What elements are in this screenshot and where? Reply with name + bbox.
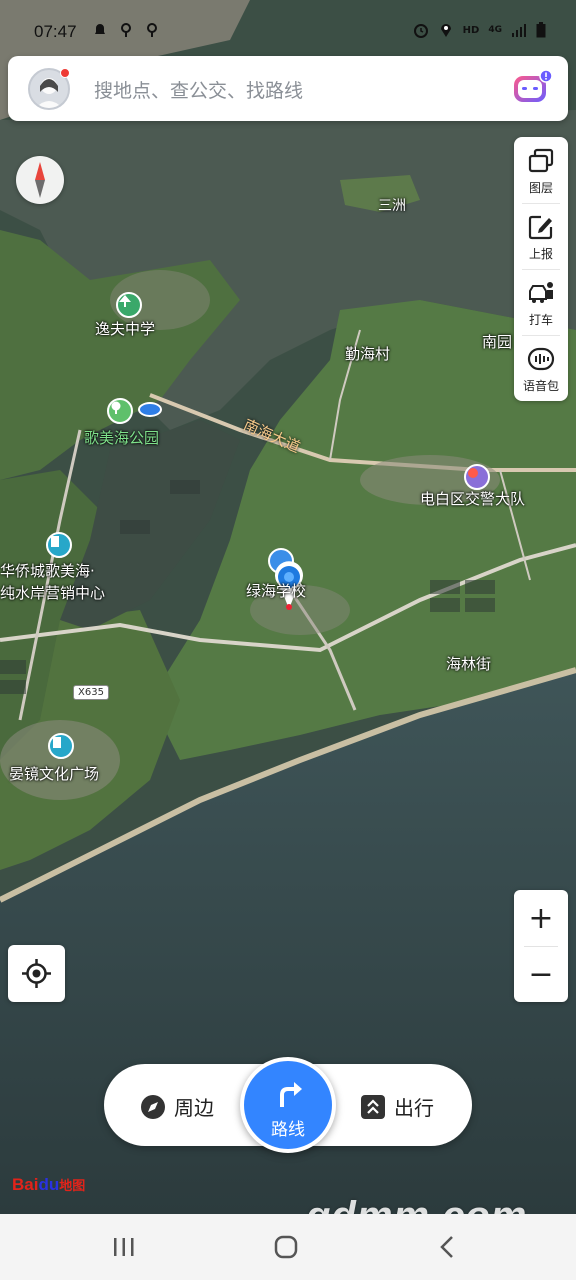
layers-icon (528, 148, 554, 173)
zoom-out-button[interactable]: − (514, 946, 568, 1002)
notification-badge (60, 68, 70, 78)
zoom-control: + − (514, 890, 568, 1002)
map-label-traffic-police[interactable]: 电白区交警大队 (420, 490, 525, 508)
police-icon[interactable] (464, 464, 490, 490)
compass-button[interactable] (16, 156, 64, 204)
map-label-yanjing-plaza[interactable]: 晏镜文化广场 (9, 765, 99, 783)
road-badge-x635: X635 (73, 685, 109, 700)
nearby-label: 周边 (174, 1096, 214, 1120)
location-pin-icon (121, 23, 131, 37)
map-label-yifu-school[interactable]: 逸夫中学 (95, 320, 155, 338)
compass-icon (35, 162, 45, 198)
locate-icon (22, 959, 51, 988)
assistant-icon (514, 69, 553, 102)
park-icon[interactable] (107, 398, 133, 424)
voice-pack-icon (527, 347, 555, 371)
map-label-nanyuan[interactable]: 南园 (482, 333, 512, 351)
voice-assistant-button[interactable] (512, 68, 554, 108)
locate-button[interactable] (8, 945, 65, 1002)
map-label-lvhai-school[interactable]: 绿海学校 (246, 582, 306, 600)
back-icon[interactable] (428, 1232, 468, 1262)
layers-label: 图层 (528, 181, 553, 195)
school-icon[interactable] (116, 292, 142, 318)
notification-icon (95, 24, 105, 34)
status-time: 07:47 (34, 22, 77, 41)
system-nav-bar (0, 1214, 576, 1280)
map-label-hailinjie[interactable]: 海林街 (446, 655, 491, 673)
nearby-icon (141, 1094, 165, 1119)
alarm-icon (413, 24, 428, 38)
bus-stop-icon[interactable] (138, 402, 162, 417)
status-bar: 07:47 HD 4G (0, 0, 576, 56)
travel-icon (361, 1094, 385, 1119)
map-toolbar: 图层 上报 打车 语音包 (514, 137, 568, 401)
route-button[interactable]: 路线 (240, 1057, 336, 1153)
report-label: 上报 (528, 247, 553, 261)
home-icon[interactable] (266, 1232, 306, 1262)
zoom-in-button[interactable]: + (514, 890, 568, 946)
plaza-icon[interactable] (48, 733, 74, 759)
location-pin-icon (147, 23, 157, 37)
travel-label: 出行 (394, 1096, 434, 1120)
map-label-huaqiao-1[interactable]: 华侨城歌美海· (0, 562, 95, 580)
map-label-sanzhou[interactable]: 三洲 (378, 198, 406, 215)
4g-icon: 4G (488, 25, 502, 35)
travel-button[interactable]: 出行 (360, 1092, 434, 1121)
search-input[interactable]: 搜地点、查公交、找路线 (94, 76, 303, 103)
map-label-huaqiao-2[interactable]: 纯水岸营销中心 (0, 584, 105, 602)
battery-icon (536, 22, 546, 38)
signal-icon (512, 24, 526, 37)
map-view[interactable]: 三洲 逸夫中学 勤海村 南园 歌美海公园 南海大道 电白区交警大队 华侨城歌美海… (0, 0, 576, 1214)
voice-pack-label: 语音包 (522, 379, 559, 393)
location-icon (440, 24, 451, 37)
taxi-button[interactable]: 打车 (514, 269, 568, 335)
report-icon (528, 215, 553, 240)
layers-button[interactable]: 图层 (514, 137, 568, 203)
map-label-gemeihai-park[interactable]: 歌美海公园 (84, 429, 159, 447)
voice-pack-button[interactable]: 语音包 (514, 335, 568, 401)
hd-icon: HD (462, 24, 480, 36)
taxi-label: 打车 (528, 313, 553, 327)
map-label-qinhai-village[interactable]: 勤海村 (345, 345, 390, 363)
recent-apps-icon[interactable] (104, 1232, 144, 1262)
taxi-icon (529, 282, 553, 303)
search-bar[interactable]: 搜地点、查公交、找路线 (8, 56, 568, 121)
report-button[interactable]: 上报 (514, 203, 568, 269)
building-icon[interactable] (46, 532, 72, 558)
route-arrow-icon (280, 1082, 302, 1107)
nearby-button[interactable]: 周边 (140, 1092, 214, 1121)
route-label: 路线 (271, 1120, 305, 1140)
baidu-map-logo: Baidu地图 (12, 1175, 86, 1194)
